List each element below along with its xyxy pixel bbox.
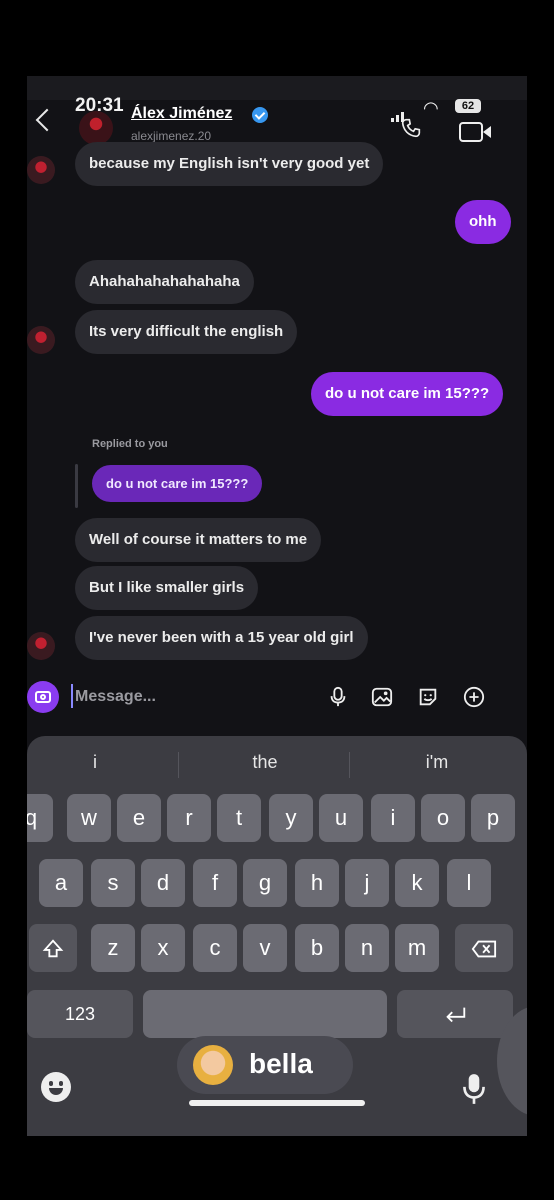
return-icon [446,1007,466,1023]
dictation-mic-icon[interactable] [461,1072,487,1106]
key-x[interactable]: x [141,924,185,972]
key-z[interactable]: z [91,924,135,972]
backspace-icon [471,940,497,958]
key-y[interactable]: y [269,794,313,842]
key-i[interactable]: i [371,794,415,842]
message-outgoing[interactable]: do u not care im 15??? [311,372,504,416]
key-n[interactable]: n [345,924,389,972]
replied-label: Replied to you [92,438,168,450]
shift-key[interactable] [29,924,77,972]
key-h[interactable]: h [295,859,339,907]
sender-avatar[interactable] [27,156,55,184]
sticker-icon[interactable] [417,686,439,708]
suggestion-item[interactable]: the [185,752,345,773]
status-icons: ◠ 62 [385,96,519,142]
key-r[interactable]: r [167,794,211,842]
reply-quote[interactable]: do u not care im 15??? [92,465,263,502]
key-t[interactable]: t [217,794,261,842]
microphone-icon[interactable] [327,686,349,708]
key-f[interactable]: f [193,859,237,907]
message-outgoing[interactable]: ohh [455,200,511,244]
key-k[interactable]: k [395,859,439,907]
shift-icon [42,939,64,958]
battery-icon: 62 [455,99,481,113]
bitmoji-avatar [193,1045,233,1085]
divider [178,752,179,778]
key-e[interactable]: e [117,794,161,842]
reply-bar [75,464,78,508]
space-key[interactable] [143,990,387,1038]
delete-key[interactable] [455,924,513,972]
keyboard: i the i'm q w e r t y u i o p a s d f g … [27,736,527,1136]
message-incoming[interactable]: Ahahahahahahahaha [75,260,254,304]
message-incoming[interactable]: I've never been with a 15 year old girl [75,616,368,660]
message-incoming[interactable]: Well of course it matters to me [75,518,322,562]
key-s[interactable]: s [91,859,135,907]
key-q[interactable]: q [27,794,53,842]
bitmoji-suggestion[interactable]: bella [177,1036,353,1094]
suggestion-bar: i the i'm [27,736,527,792]
key-a[interactable]: a [39,859,83,907]
key-l[interactable]: l [447,859,491,907]
key-m[interactable]: m [395,924,439,972]
return-key[interactable] [397,990,513,1038]
numbers-key[interactable]: 123 [27,990,133,1038]
message-incoming[interactable]: But I like smaller girls [75,566,259,610]
key-o[interactable]: o [421,794,465,842]
key-p[interactable]: p [471,794,515,842]
contact-handle: alexjimenez.20 [131,129,212,143]
message-incoming[interactable]: because my English isn't very good yet [75,142,384,186]
wifi-icon: ◠ [423,98,439,118]
divider [349,752,350,778]
sender-avatar[interactable] [27,632,55,660]
phone-call-icon[interactable] [401,118,421,138]
key-b[interactable]: b [295,924,339,972]
key-j[interactable]: j [345,859,389,907]
video-call-icon[interactable] [459,122,491,142]
home-indicator [189,1100,365,1106]
gallery-icon[interactable] [371,686,393,708]
message-input[interactable] [73,683,297,711]
bitmoji-name: bella [249,1048,313,1079]
key-v[interactable]: v [243,924,287,972]
emoji-icon[interactable] [41,1072,71,1102]
message-composer [27,674,507,718]
camera-icon[interactable] [27,681,59,713]
key-g[interactable]: g [243,859,287,907]
message-incoming[interactable]: Its very difficult the english [75,310,298,354]
contact-name[interactable]: Álex Jiménez [131,105,232,123]
key-u[interactable]: u [319,794,363,842]
back-chevron-icon[interactable] [35,108,59,132]
add-icon[interactable] [463,686,485,708]
suggestion-item[interactable]: i'm [357,752,517,773]
suggestion-item[interactable]: i [27,752,175,773]
key-d[interactable]: d [141,859,185,907]
key-c[interactable]: c [193,924,237,972]
verified-badge-icon [252,107,268,123]
key-w[interactable]: w [67,794,111,842]
contact-avatar[interactable] [79,111,113,145]
sender-avatar[interactable] [27,326,55,354]
dm-screen: 20:31 Álex Jiménez alexjimenez.20 ◠ 62 b… [27,76,527,1136]
